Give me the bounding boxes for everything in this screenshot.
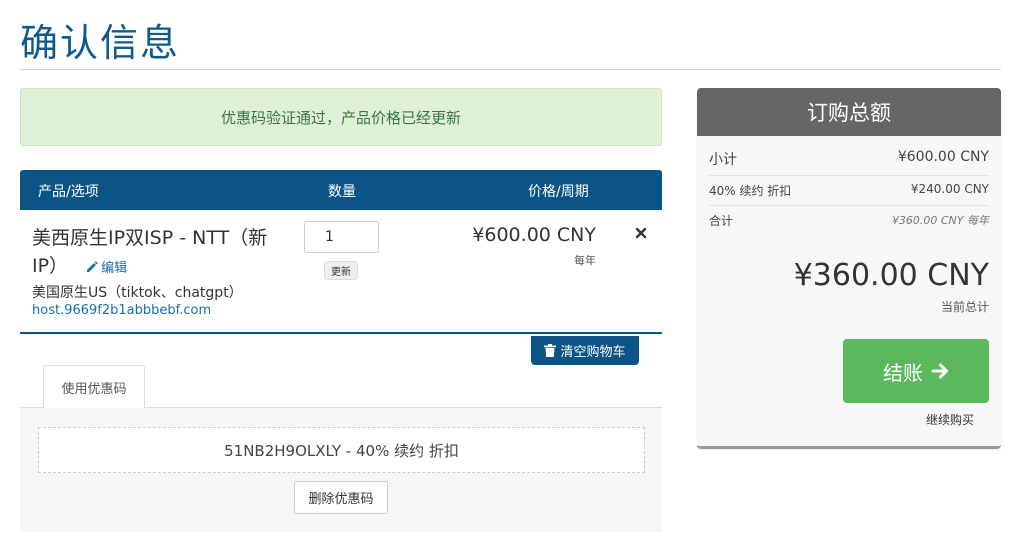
title-divider <box>20 69 1001 70</box>
summary-total-row: 合计 ¥360.00 CNY 每年 <box>709 212 989 236</box>
page-title: 确认信息 <box>20 21 181 65</box>
remove-promo-button[interactable]: 删除优惠码 <box>294 481 388 514</box>
header-price: 价格/周期 <box>528 184 589 200</box>
edit-link[interactable]: 编辑 <box>86 261 127 276</box>
tab-use-promo-code[interactable]: 使用优惠码 <box>43 365 145 408</box>
checkout-button[interactable]: 结账 <box>843 339 989 403</box>
discount-value: ¥240.00 CNY <box>910 182 989 196</box>
trash-icon <box>544 344 557 357</box>
cart-item-row: 美西原生IP双ISP - NTT（新IP） 编辑 美国原生US（tiktok、c… <box>20 210 662 334</box>
total-label: 合计 <box>709 214 734 228</box>
continue-shopping-link[interactable]: 继续购买 <box>926 411 974 428</box>
header-quantity: 数量 <box>328 184 356 200</box>
grand-total-label: 当前总计 <box>940 300 989 314</box>
subtotal-value: ¥600.00 CNY <box>897 149 989 165</box>
product-domain: host.9669f2b1abbbebf.com <box>32 303 212 318</box>
empty-cart-label: 清空购物车 <box>560 345 626 360</box>
header-product: 产品/选项 <box>38 184 99 200</box>
summary-discount-row: 40% 续约 折扣 ¥240.00 CNY <box>709 182 989 206</box>
product-name-block: 美西原生IP双ISP - NTT（新IP） 编辑 <box>32 224 272 283</box>
item-billing-cycle: 每年 <box>574 254 596 267</box>
promo-success-alert: 优惠码验证通过，产品价格已经更新 <box>20 88 662 146</box>
promo-panel: 51NB2H9OLXLY - 40% 续约 折扣 删除优惠码 <box>20 407 662 532</box>
cart-table-header: 产品/选项 数量 价格/周期 <box>20 170 662 210</box>
subtotal-label: 小计 <box>709 152 737 168</box>
applied-promo-code: 51NB2H9OLXLY - 40% 续约 折扣 <box>38 427 645 473</box>
grand-total-amount: ¥360.00 CNY <box>793 258 989 293</box>
product-group: 美国原生US（tiktok、chatgpt） <box>32 285 243 301</box>
remove-item-icon[interactable] <box>634 226 648 240</box>
arrow-right-icon <box>931 363 948 379</box>
quantity-input[interactable] <box>304 221 379 253</box>
pencil-icon <box>87 261 98 272</box>
edit-label: 编辑 <box>101 261 128 276</box>
summary-title: 订购总额 <box>697 88 1001 136</box>
empty-cart-button[interactable]: 清空购物车 <box>531 336 639 365</box>
total-value: ¥360.00 CNY 每年 <box>891 214 989 227</box>
summary-subtotal-row: 小计 ¥600.00 CNY <box>709 149 989 176</box>
product-name: 美西原生IP双ISP - NTT（新IP） <box>32 227 268 277</box>
checkout-label: 结账 <box>883 360 923 385</box>
update-quantity-button[interactable]: 更新 <box>324 261 358 280</box>
alert-message: 优惠码验证通过，产品价格已经更新 <box>220 108 461 127</box>
item-price: ¥600.00 CNY <box>472 224 596 246</box>
discount-label: 40% 续约 折扣 <box>709 184 792 198</box>
order-summary-panel: 订购总额 小计 ¥600.00 CNY 40% 续约 折扣 ¥240.00 CN… <box>697 88 1001 449</box>
